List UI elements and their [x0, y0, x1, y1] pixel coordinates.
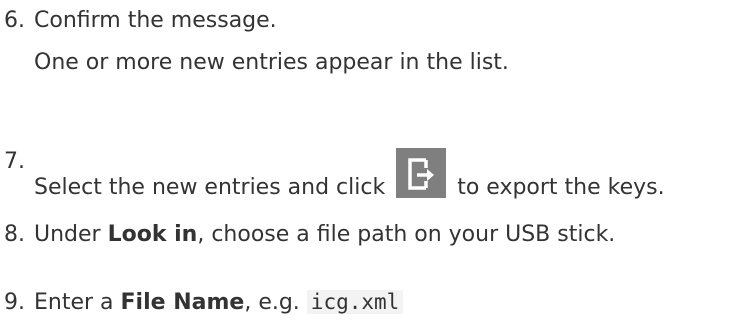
step-text-before: Select the new entries and click: [34, 175, 386, 200]
step-text: Enter a File Name, e.g. icg.xml: [34, 289, 404, 316]
step-text: Select the new entries and click to expo…: [34, 148, 665, 201]
step-text: Confirm the message.: [34, 8, 277, 33]
ui-term-file-name: File Name: [120, 290, 245, 315]
step-text-prefix: Under: [34, 222, 108, 247]
step-text-after: to export the keys.: [457, 175, 665, 200]
step-number: 6.: [4, 8, 25, 33]
code-example: icg.xml: [306, 290, 404, 314]
step-text: Under Look in, choose a file path on you…: [34, 221, 615, 248]
ui-term-look-in: Look in: [107, 222, 198, 247]
step-number: 8.: [4, 222, 25, 247]
step-number: 7.: [4, 149, 25, 174]
step-text-middle: , e.g.: [244, 290, 307, 315]
export-icon: [396, 148, 447, 198]
step-6-result: One or more new entries appear in the li…: [34, 50, 509, 75]
step-number: 9.: [4, 290, 25, 315]
step-text-prefix: Enter a: [34, 290, 121, 315]
step-text-suffix: , choose a file path on your USB stick.: [197, 222, 616, 247]
